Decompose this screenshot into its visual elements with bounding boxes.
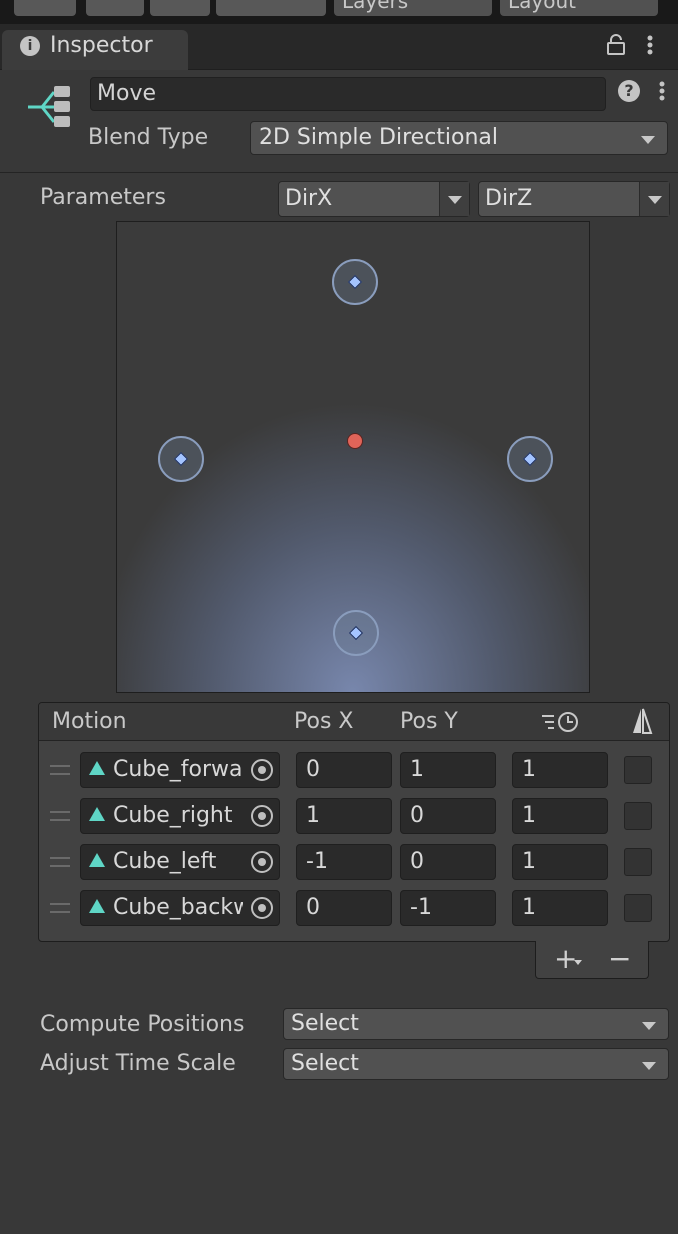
motion-point-forward[interactable] [332, 259, 378, 305]
time-scale-icon [540, 710, 582, 734]
layers-dropdown[interactable]: Layers [334, 0, 492, 16]
chevron-down-icon [642, 1062, 656, 1070]
parameters-label: Parameters [40, 185, 166, 210]
header-motion: Motion [52, 709, 127, 734]
mirror-checkbox[interactable] [624, 848, 652, 876]
point-diamond [522, 451, 538, 467]
time-scale-field[interactable]: 1 [512, 752, 608, 788]
object-picker-icon[interactable] [251, 759, 273, 781]
header-pos-x: Pos X [294, 709, 354, 734]
history-button[interactable] [216, 0, 326, 16]
drag-handle-icon[interactable] [50, 857, 70, 867]
compute-positions-value: Select [291, 1011, 359, 1036]
pos-x-field[interactable]: 0 [296, 752, 392, 788]
point-diamond [347, 274, 363, 290]
object-picker-icon[interactable] [251, 851, 273, 873]
time-scale-field[interactable]: 1 [512, 890, 608, 926]
point-diamond [173, 451, 189, 467]
collab-button[interactable] [86, 0, 144, 16]
component-menu-icon[interactable] [652, 80, 672, 102]
node-name-text: Move [97, 81, 156, 106]
layout-dropdown[interactable]: Layout [500, 0, 658, 16]
adjust-time-scale-dropdown[interactable]: Select [283, 1048, 669, 1080]
add-button[interactable]: + [554, 942, 577, 975]
animation-clip-icon [89, 807, 105, 821]
pos-y-field[interactable]: -1 [400, 890, 496, 926]
mirror-checkbox[interactable] [624, 756, 652, 784]
param-y-value: DirZ [485, 186, 533, 211]
node-name-field[interactable]: Move [90, 77, 606, 111]
motion-name: Cube_right [113, 803, 233, 828]
motion-point-right[interactable] [507, 436, 553, 482]
animation-clip-icon [89, 853, 105, 867]
point-diamond [348, 625, 364, 641]
chevron-down-icon [642, 1022, 656, 1030]
motion-point-left[interactable] [158, 436, 204, 482]
object-picker-icon[interactable] [251, 897, 273, 919]
drag-handle-icon[interactable] [50, 765, 70, 775]
param-x-value: DirX [285, 186, 333, 211]
cloud-button[interactable] [150, 0, 210, 16]
layout-label: Layout [508, 0, 576, 13]
add-dropdown-icon [574, 960, 582, 965]
motion-field[interactable]: Cube_forward [80, 752, 280, 788]
blend-tree-icon [22, 82, 72, 134]
param-x-dropdown[interactable]: DirX [278, 181, 470, 217]
header-divider [0, 172, 678, 173]
animation-clip-icon [89, 899, 105, 913]
motion-field[interactable]: Cube_right [80, 798, 280, 834]
motion-field[interactable]: Cube_backward [80, 890, 280, 926]
list-footer [535, 941, 649, 979]
pos-x-field[interactable]: 0 [296, 890, 392, 926]
blend-type-value: 2D Simple Directional [259, 125, 499, 150]
chevron-down-icon [641, 136, 655, 144]
param-y-button[interactable] [639, 182, 669, 216]
time-scale-field[interactable]: 1 [512, 844, 608, 880]
motion-field[interactable]: Cube_left [80, 844, 280, 880]
current-position-dot[interactable] [347, 433, 363, 449]
pos-y-field[interactable]: 0 [400, 798, 496, 834]
pos-y-field[interactable]: 0 [400, 844, 496, 880]
drag-handle-icon[interactable] [50, 903, 70, 913]
chevron-down-icon [448, 196, 462, 204]
compute-positions-dropdown[interactable]: Select [283, 1008, 669, 1040]
help-icon[interactable]: ? [618, 80, 640, 102]
motion-name: Cube_forward [113, 757, 243, 782]
pos-x-field[interactable]: -1 [296, 844, 392, 880]
mirror-icon [630, 707, 654, 737]
tab-menu-icon[interactable] [640, 34, 660, 56]
drag-handle-icon[interactable] [50, 811, 70, 821]
compute-positions-label: Compute Positions [40, 1012, 245, 1037]
info-icon: i [20, 36, 40, 56]
mirror-checkbox[interactable] [624, 802, 652, 830]
layers-label: Layers [342, 0, 409, 13]
motion-name: Cube_backward [113, 895, 243, 920]
motion-name: Cube_left [113, 849, 217, 874]
header-pos-y: Pos Y [400, 709, 458, 734]
blend-type-label: Blend Type [88, 125, 209, 150]
adjust-time-scale-label: Adjust Time Scale [40, 1051, 236, 1076]
pos-x-field[interactable]: 1 [296, 798, 392, 834]
remove-button[interactable]: − [608, 942, 631, 975]
lock-icon[interactable] [606, 34, 626, 56]
pos-y-field[interactable]: 1 [400, 752, 496, 788]
chevron-down-icon [648, 196, 662, 204]
motion-point-backward[interactable] [333, 610, 379, 656]
param-x-button[interactable] [439, 182, 469, 216]
search-button[interactable] [14, 0, 76, 16]
param-y-dropdown[interactable]: DirZ [478, 181, 670, 217]
blend-type-dropdown[interactable]: 2D Simple Directional [250, 121, 668, 155]
object-picker-icon[interactable] [251, 805, 273, 827]
adjust-time-scale-value: Select [291, 1051, 359, 1076]
time-scale-field[interactable]: 1 [512, 798, 608, 834]
mirror-checkbox[interactable] [624, 894, 652, 922]
animation-clip-icon [89, 761, 105, 775]
tab-title: Inspector [50, 33, 153, 58]
